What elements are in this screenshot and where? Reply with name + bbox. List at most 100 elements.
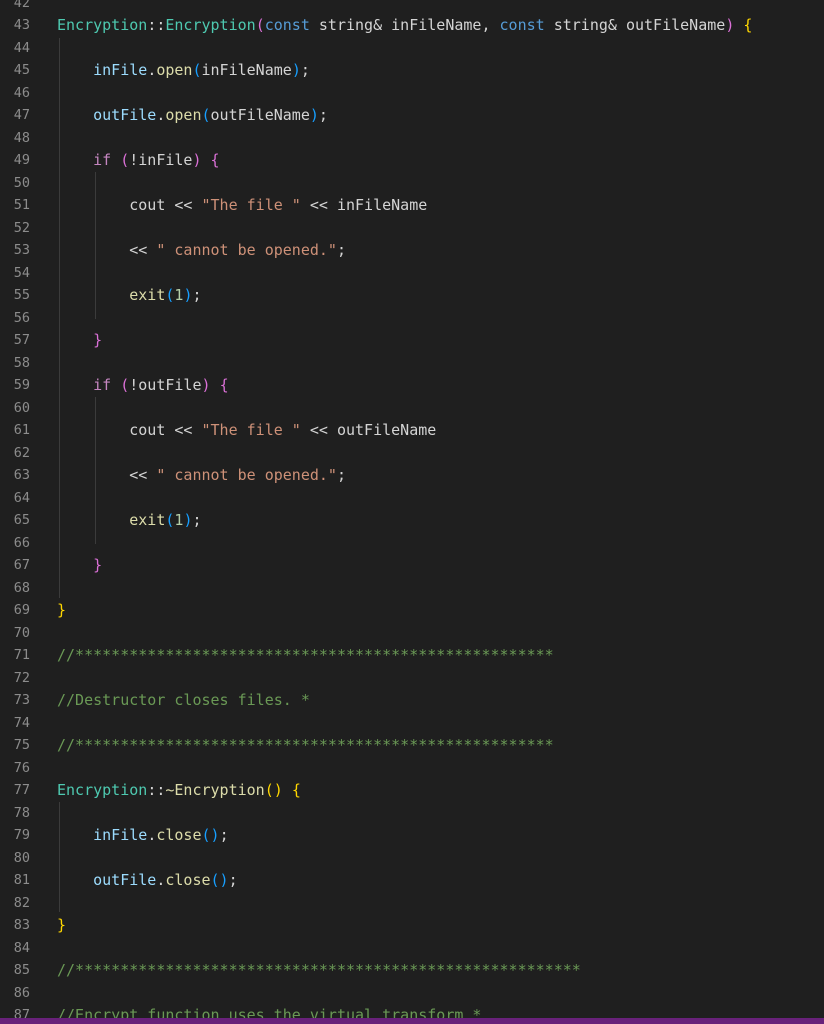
code-line[interactable]: 66 xyxy=(0,532,824,555)
code-line[interactable]: 60 xyxy=(0,397,824,420)
code-token: ; xyxy=(300,61,310,79)
code-token: ( xyxy=(255,16,265,34)
code-token: !inFile xyxy=(129,151,193,169)
line-number: 50 xyxy=(13,174,30,191)
code-line[interactable]: 84 xyxy=(0,937,824,960)
code-token: string xyxy=(309,16,374,34)
line-number: 71 xyxy=(13,647,30,663)
indent-guide xyxy=(59,802,60,912)
code-text: } xyxy=(57,554,102,577)
line-number: 73 xyxy=(13,692,30,708)
code-line[interactable]: 59 if (!outFile) { xyxy=(0,374,824,397)
code-token: ; xyxy=(336,466,346,484)
line-number: 72 xyxy=(13,669,30,686)
line-number: 45 xyxy=(13,62,30,78)
code-token: ) xyxy=(201,376,211,394)
code-line[interactable]: 69} xyxy=(0,599,824,622)
code-text: } xyxy=(57,329,102,352)
code-line[interactable]: 81 outFile.close(); xyxy=(0,869,824,892)
code-token: & xyxy=(373,16,383,34)
code-line[interactable]: 47 outFile.open(outFileName); xyxy=(0,104,824,127)
code-token: } xyxy=(93,331,103,349)
code-text: exit(1); xyxy=(57,509,201,532)
code-line[interactable]: 67 } xyxy=(0,554,824,577)
code-token: inFileName xyxy=(201,61,292,79)
code-token: "The file " xyxy=(201,196,301,214)
line-number: 62 xyxy=(13,444,30,461)
code-line[interactable]: 72 xyxy=(0,667,824,690)
code-line[interactable]: 70 xyxy=(0,622,824,645)
code-line[interactable]: 57 } xyxy=(0,329,824,352)
code-line[interactable]: 62 xyxy=(0,442,824,465)
code-token: ( xyxy=(192,61,202,79)
code-text: Encryption::Encryption(const string& inF… xyxy=(57,14,752,37)
code-line[interactable]: 65 exit(1); xyxy=(0,509,824,532)
code-line[interactable]: 75 //************************************… xyxy=(0,734,824,757)
code-line[interactable]: 61 cout << "The file " << outFileName xyxy=(0,419,824,442)
code-line[interactable]: 44 xyxy=(0,37,824,60)
code-token: , xyxy=(481,16,500,34)
line-number: 61 xyxy=(13,422,30,438)
code-text: << " cannot be opened."; xyxy=(57,239,346,262)
code-line[interactable]: 48 xyxy=(0,127,824,150)
code-token: const xyxy=(264,16,310,34)
code-text: cout << "The file " << outFileName xyxy=(57,419,436,442)
code-text: Encryption::~Encryption() { xyxy=(57,779,301,802)
code-line[interactable]: 51 cout << "The file " << inFileName xyxy=(0,194,824,217)
code-text: //Destructor closes files. * xyxy=(57,689,310,712)
code-line[interactable]: 45 inFile.open(inFileName); xyxy=(0,59,824,82)
code-token: //Destructor closes files. * xyxy=(57,691,310,709)
code-token: { xyxy=(743,16,753,34)
code-line[interactable]: 43 Encryption::Encryption(const string& i… xyxy=(0,14,824,37)
line-number: 63 xyxy=(13,467,30,483)
code-line[interactable]: 49 if (!inFile) { xyxy=(0,149,824,172)
code-line[interactable]: 53 << " cannot be opened."; xyxy=(0,239,824,262)
code-line[interactable]: 42 xyxy=(0,0,824,14)
code-line[interactable]: 52 xyxy=(0,217,824,240)
code-line[interactable]: 80 xyxy=(0,847,824,870)
code-line[interactable]: 82 xyxy=(0,892,824,915)
code-line[interactable]: 63 << " cannot be opened."; xyxy=(0,464,824,487)
code-token: . xyxy=(147,61,157,79)
line-number: 67 xyxy=(13,557,30,573)
code-text: if (!outFile) { xyxy=(57,374,228,397)
code-line[interactable]: 55 exit(1); xyxy=(0,284,824,307)
code-line[interactable]: 78 xyxy=(0,802,824,825)
code-token: ( xyxy=(120,151,130,169)
code-editor[interactable]: 42 43 Encryption::Encryption(const string&… xyxy=(0,0,824,1024)
code-line[interactable]: 68 xyxy=(0,577,824,600)
line-number: 85 xyxy=(13,962,30,978)
code-line[interactable]: 46 xyxy=(0,82,824,105)
code-line[interactable]: 74 xyxy=(0,712,824,735)
line-number: 56 xyxy=(13,309,30,326)
code-line[interactable]: 76 xyxy=(0,757,824,780)
code-line[interactable]: 85 //************************************… xyxy=(0,959,824,982)
code-line[interactable]: 71 //************************************… xyxy=(0,644,824,667)
code-token: "The file " xyxy=(201,421,301,439)
code-text: //**************************************… xyxy=(57,644,554,667)
code-token: inFile xyxy=(93,61,148,79)
code-line[interactable]: 83} xyxy=(0,914,824,937)
code-token: { xyxy=(210,151,220,169)
code-line[interactable]: 73 //Destructor closes files. * xyxy=(0,689,824,712)
code-line[interactable]: 79 inFile.close(); xyxy=(0,824,824,847)
code-line[interactable]: 86 xyxy=(0,982,824,1005)
code-token: " cannot be opened." xyxy=(156,466,337,484)
code-token: } xyxy=(93,556,103,574)
line-number: 52 xyxy=(13,219,30,236)
code-line[interactable]: 54 xyxy=(0,262,824,285)
code-line[interactable]: 77 Encryption::~Encryption() { xyxy=(0,779,824,802)
code-line[interactable]: 56 xyxy=(0,307,824,330)
line-number: 47 xyxy=(13,107,30,123)
line-number: 53 xyxy=(13,242,30,258)
code-line[interactable]: 64 xyxy=(0,487,824,510)
line-number: 79 xyxy=(13,827,30,843)
code-line[interactable]: 58 xyxy=(0,352,824,375)
code-line[interactable]: 50 xyxy=(0,172,824,195)
line-number: 86 xyxy=(13,984,30,1001)
